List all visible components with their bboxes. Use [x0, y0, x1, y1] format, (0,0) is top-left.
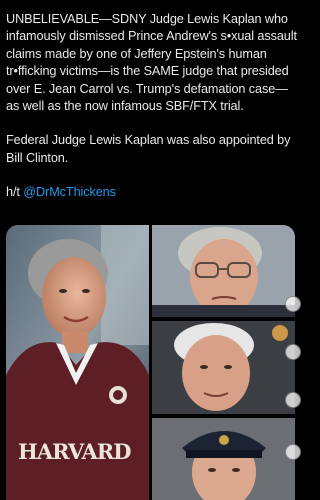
post-credit: h/t @DrMcThickens: [6, 184, 298, 201]
side-action-dot[interactable]: [285, 392, 301, 408]
photo-white-haired-man[interactable]: [152, 321, 295, 414]
photo-harvard-hoodie[interactable]: HARVARD: [6, 225, 149, 500]
side-action-dot[interactable]: [285, 444, 301, 460]
side-action-dot[interactable]: [285, 344, 301, 360]
post-paragraph-1: UNBELIEVABLE—SDNY Judge Lewis Kaplan who…: [6, 12, 297, 114]
side-action-rail: [283, 296, 301, 496]
post-paragraph-2: Federal Judge Lewis Kaplan was also appo…: [6, 133, 291, 165]
photo-man-military-cap[interactable]: [152, 418, 295, 500]
media-collage[interactable]: HARVARD: [6, 225, 295, 500]
harvard-lettering: HARVARD: [18, 439, 131, 464]
mention-link[interactable]: @DrMcThickens: [23, 185, 116, 199]
credit-prefix: h/t: [6, 185, 24, 200]
side-action-dot[interactable]: [285, 296, 301, 312]
post-text: UNBELIEVABLE—SDNY Judge Lewis Kaplan who…: [6, 11, 298, 202]
photo-man-glasses[interactable]: [152, 225, 295, 317]
